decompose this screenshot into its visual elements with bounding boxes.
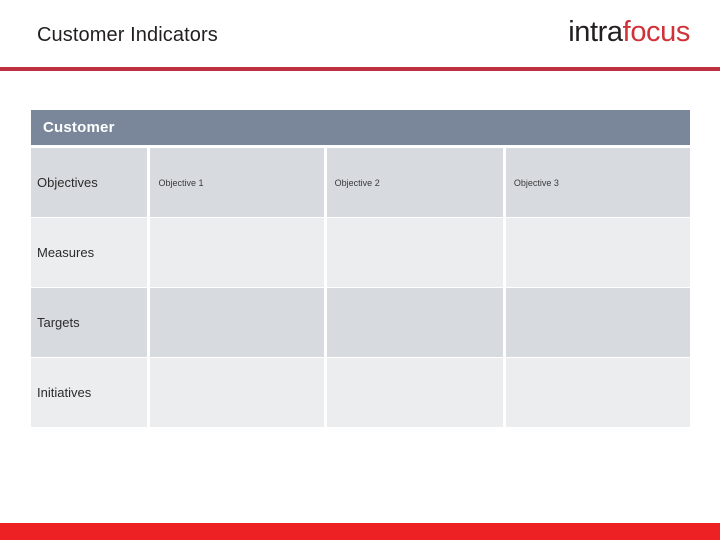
row-label-objectives: Objectives bbox=[31, 148, 148, 217]
cell-targets-col3[interactable] bbox=[505, 288, 690, 357]
table-row: Initiatives bbox=[31, 358, 690, 427]
footer-accent-bar bbox=[0, 523, 720, 540]
intrafocus-logo: intrafocus bbox=[568, 18, 690, 47]
row-label-text: Objectives bbox=[37, 175, 98, 190]
scorecard-band-label: Customer bbox=[43, 119, 115, 136]
cell-measures-col2[interactable] bbox=[326, 218, 503, 287]
row-label-text: Initiatives bbox=[37, 385, 92, 400]
column-header-objective-3: Objective 3 bbox=[513, 177, 559, 188]
row-label-initiatives: Initiatives bbox=[31, 358, 148, 427]
cell-measures-col1[interactable] bbox=[150, 218, 324, 287]
table-row: Objectives Objective 1 Objective 2 Objec… bbox=[31, 148, 690, 217]
cell-targets-col2[interactable] bbox=[326, 288, 503, 357]
cell-initiatives-col1[interactable] bbox=[150, 358, 324, 427]
customer-scorecard-table: Customer Objectives Objective 1 Objectiv… bbox=[31, 110, 690, 428]
row-label-text: Measures bbox=[37, 245, 95, 260]
cell-objectives-col3[interactable]: Objective 3 bbox=[505, 148, 690, 217]
scorecard-band-header: Customer bbox=[31, 110, 690, 145]
table-row: Targets bbox=[31, 288, 690, 357]
logo-text-focus: focus bbox=[622, 16, 691, 48]
cell-initiatives-col3[interactable] bbox=[505, 358, 690, 427]
table-row: Measures bbox=[31, 218, 690, 287]
row-label-targets: Targets bbox=[31, 288, 148, 357]
logo-text-intra: intra bbox=[568, 16, 623, 48]
cell-initiatives-col2[interactable] bbox=[326, 358, 503, 427]
page-title: Customer Indicators bbox=[37, 24, 218, 46]
row-label-text: Targets bbox=[37, 315, 80, 330]
column-header-objective-2: Objective 2 bbox=[334, 177, 380, 188]
cell-objectives-col2[interactable]: Objective 2 bbox=[326, 148, 503, 217]
cell-measures-col3[interactable] bbox=[505, 218, 690, 287]
slide-header: Customer Indicators intrafocus bbox=[0, 0, 720, 68]
cell-targets-col1[interactable] bbox=[150, 288, 324, 357]
cell-objectives-col1[interactable]: Objective 1 bbox=[150, 148, 324, 217]
column-header-objective-1: Objective 1 bbox=[158, 177, 204, 188]
header-divider-rule bbox=[0, 67, 720, 71]
row-label-measures: Measures bbox=[31, 218, 148, 287]
scorecard-rows: Objectives Objective 1 Objective 2 Objec… bbox=[31, 145, 690, 427]
